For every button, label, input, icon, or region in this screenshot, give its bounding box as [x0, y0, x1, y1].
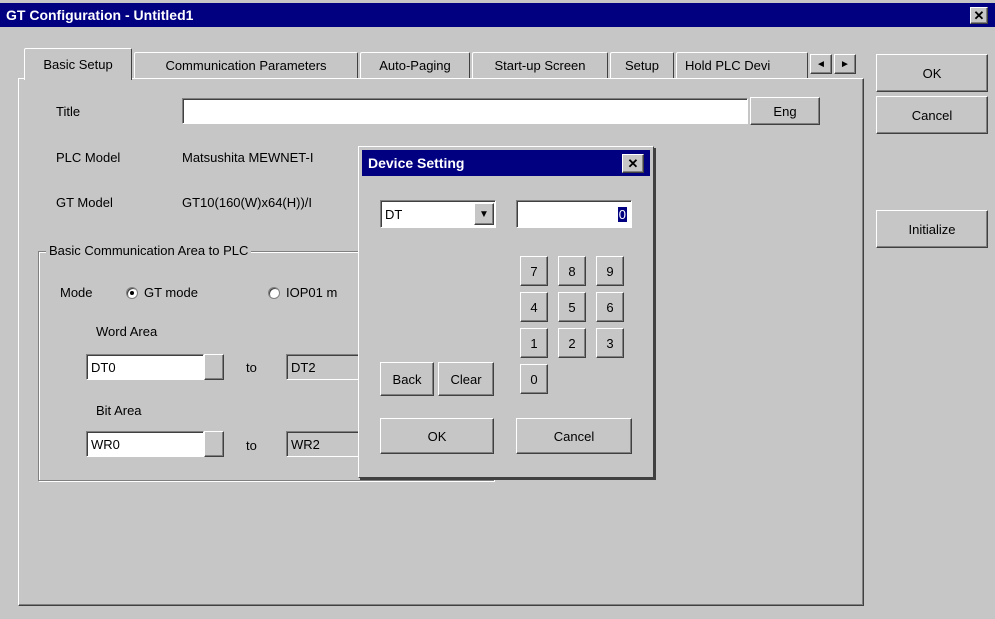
bit-area-to-input[interactable]: WR2	[286, 431, 360, 457]
key-label: 2	[568, 335, 576, 351]
tab-label: Basic Setup	[43, 57, 113, 72]
word-to-label: to	[246, 360, 257, 375]
title-input[interactable]	[182, 98, 748, 124]
back-label: Back	[392, 371, 422, 387]
eng-button[interactable]: Eng	[750, 97, 820, 125]
device-ok-button[interactable]: OK	[380, 418, 494, 454]
key-2[interactable]: 2	[558, 328, 586, 358]
tab-label: Setup	[625, 58, 659, 73]
tab-label: Start-up Screen	[494, 58, 586, 73]
cancel-button[interactable]: Cancel	[876, 96, 988, 134]
tab-setup[interactable]: Setup	[610, 52, 674, 78]
device-dialog-titlebar[interactable]: Device Setting	[362, 150, 650, 176]
tab-label: Communication Parameters	[165, 58, 327, 73]
key-1[interactable]: 1	[520, 328, 548, 358]
key-label: 5	[568, 299, 576, 315]
cancel-label: Cancel	[911, 107, 953, 123]
plc-model-label: PLC Model	[56, 150, 121, 165]
ok-label: OK	[922, 65, 942, 81]
word-area-label: Word Area	[96, 324, 158, 339]
radio-iop01-mode[interactable]	[268, 287, 280, 299]
radio-gt-mode[interactable]	[126, 287, 138, 299]
ok-button[interactable]: OK	[876, 54, 988, 92]
window-title: GT Configuration - Untitled1	[6, 7, 194, 23]
device-number-input[interactable]: 0	[516, 200, 632, 228]
word-area-to-input[interactable]: DT2	[286, 354, 360, 380]
key-5[interactable]: 5	[558, 292, 586, 322]
key-6[interactable]: 6	[596, 292, 624, 322]
close-icon: ✕	[627, 155, 639, 171]
close-icon: ✕	[973, 7, 985, 23]
gt-model-label: GT Model	[56, 195, 113, 210]
device-number-value: 0	[617, 206, 627, 222]
tab-basic-setup[interactable]: Basic Setup	[24, 48, 132, 80]
key-8[interactable]: 8	[558, 256, 586, 286]
back-button[interactable]: Back	[380, 362, 434, 396]
word-area-from-input[interactable]: DT0	[86, 354, 204, 380]
tab-label: Auto-Paging	[379, 58, 451, 73]
gt-mode-label: GT mode	[144, 285, 198, 300]
chevron-down-icon: ▼	[479, 208, 489, 220]
arrow-left-icon: ◄	[816, 58, 826, 70]
tab-communication-parameters[interactable]: Communication Parameters	[134, 52, 358, 78]
device-ok-label: OK	[427, 428, 447, 444]
title-label: Title	[56, 104, 81, 119]
tab-hold-plc-device[interactable]: Hold PLC Devi	[676, 52, 808, 78]
key-9[interactable]: 9	[596, 256, 624, 286]
tab-label: Hold PLC Devi	[685, 58, 771, 73]
plc-model-value: Matsushita MEWNET-I	[182, 150, 314, 165]
bit-area-from-input[interactable]: WR0	[86, 431, 204, 457]
key-label: 1	[530, 335, 538, 351]
key-label: 8	[568, 263, 576, 279]
key-label: 0	[530, 371, 538, 387]
device-cancel-label: Cancel	[553, 428, 595, 444]
window-close-button[interactable]: ✕	[970, 7, 988, 24]
device-dialog-title: Device Setting	[368, 155, 465, 171]
bit-area-browse-button[interactable]	[204, 431, 224, 457]
bit-to-label: to	[246, 438, 257, 453]
key-4[interactable]: 4	[520, 292, 548, 322]
initialize-button[interactable]: Initialize	[876, 210, 988, 248]
tab-scroll-left-button[interactable]: ◄	[810, 54, 832, 74]
key-label: 3	[606, 335, 614, 351]
clear-button[interactable]: Clear	[438, 362, 494, 396]
tab-startup-screen[interactable]: Start-up Screen	[472, 52, 608, 78]
tab-auto-paging[interactable]: Auto-Paging	[360, 52, 470, 78]
key-3[interactable]: 3	[596, 328, 624, 358]
word-area-browse-button[interactable]	[204, 354, 224, 380]
tab-scroll-right-button[interactable]: ►	[834, 54, 856, 74]
bit-area-label: Bit Area	[96, 403, 142, 418]
window-titlebar[interactable]: GT Configuration - Untitled1	[0, 3, 995, 27]
device-type-dropdown-button[interactable]: ▼	[474, 203, 494, 225]
key-label: 6	[606, 299, 614, 315]
iop01-mode-label: IOP01 m	[286, 285, 338, 300]
device-cancel-button[interactable]: Cancel	[516, 418, 632, 454]
key-label: 7	[530, 263, 538, 279]
gt-model-value: GT10(160(W)x64(H))/I	[182, 195, 313, 210]
key-label: 9	[606, 263, 614, 279]
eng-label: Eng	[773, 103, 797, 119]
group-label: Basic Communication Area to PLC	[46, 243, 252, 258]
radio-selected-dot	[130, 291, 134, 295]
key-label: 4	[530, 299, 538, 315]
initialize-label: Initialize	[908, 221, 956, 237]
key-7[interactable]: 7	[520, 256, 548, 286]
mode-label: Mode	[60, 285, 93, 300]
device-dialog-close-button[interactable]: ✕	[622, 154, 644, 173]
arrow-right-icon: ►	[840, 58, 850, 70]
clear-label: Clear	[450, 371, 482, 387]
key-0[interactable]: 0	[520, 364, 548, 394]
